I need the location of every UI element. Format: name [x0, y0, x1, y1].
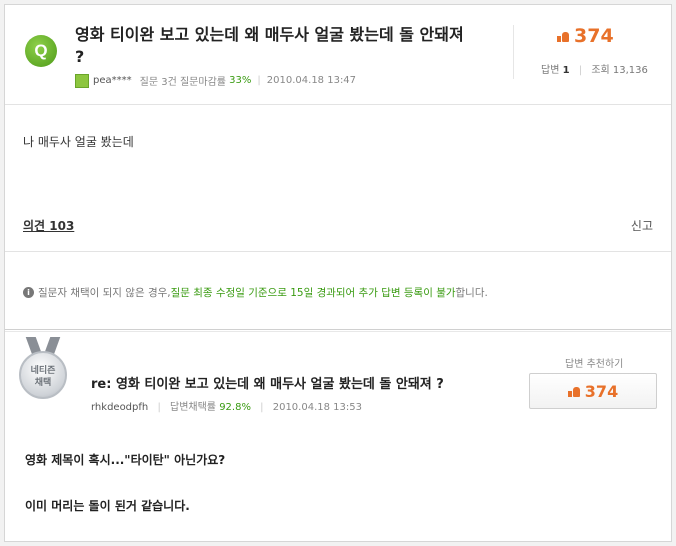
question-meta: pea**** 질문 3건 질문마감률 33% | 2010.04.18 13:…: [75, 73, 356, 88]
adopt-rate-label: 답변채택률: [170, 402, 216, 413]
question-q-icon: Q: [25, 35, 57, 67]
question-stats: 답변 1 | 조회 13,136: [541, 61, 648, 76]
answer-body-line1: 영화 제목이 혹시..."타이탄" 아닌가요?: [25, 453, 226, 467]
answers-label: 답변: [541, 65, 560, 76]
close-rate-value: 33%: [229, 75, 252, 86]
thumbs-up-icon: [567, 385, 580, 397]
question-title: 영화 티이완 보고 있는데 왜 매두사 얼굴 봤는데 돌 안돼져 ?: [75, 25, 464, 66]
user-avatar-icon: [75, 73, 89, 88]
question-header: Q 영화 티이완 보고 있는데 왜 매두사 얼굴 봤는데 돌 안돼져 ? pea…: [5, 5, 671, 105]
answer-meta: rhkdeodpfh | 답변채택률 92.8% | 2010.04.18 13…: [91, 398, 362, 413]
adopt-rate-value: 92.8%: [219, 402, 251, 413]
notice-text-before: 질문자 채택이 되지 않은 경우,: [38, 287, 171, 299]
report-link[interactable]: 신고: [631, 217, 653, 234]
thumbs-up-icon: [557, 30, 569, 42]
netizen-adopted-medal-icon: 네티즌 채택: [19, 337, 67, 407]
page-frame: Q 영화 티이완 보고 있는데 왜 매두사 얼굴 봤는데 돌 안돼져 ? pea…: [4, 4, 672, 542]
meta-separator: |: [157, 402, 161, 413]
question-body: 나 매두사 얼굴 봤는데: [23, 135, 134, 149]
question-likes-value: 374: [574, 25, 614, 47]
views-count: 13,136: [612, 65, 648, 76]
answer-likes-value: 374: [584, 381, 619, 401]
answer-notice: i 질문자 채택이 되지 않은 경우, 질문 최종 수정일 기준으로 15일 경…: [23, 285, 488, 300]
opinion-link[interactable]: 의견 103: [23, 217, 74, 234]
medal-line1: 네티즌: [30, 366, 56, 376]
notice-text-highlight: 질문 최종 수정일 기준으로 15일 경과되어 추가 답변 등록이 불가: [170, 287, 456, 299]
stats-separator: |: [578, 65, 583, 76]
recommend-answer-button[interactable]: 374: [529, 373, 657, 409]
question-count: 질문 3건: [139, 77, 177, 88]
answer-body-line2: 이미 머리는 돌이 된거 같습니다.: [25, 499, 190, 513]
answer-title: re: 영화 티이완 보고 있는데 왜 매두사 얼굴 봤는데 돌 안돼져 ?: [91, 377, 444, 392]
answer-user-link[interactable]: rhkdeodpfh: [91, 402, 148, 413]
meta-separator: |: [257, 75, 261, 86]
meta-separator: |: [260, 402, 264, 413]
divider: [5, 251, 671, 252]
opinion-row: 의견 103 신고: [5, 217, 671, 239]
info-icon: i: [23, 287, 34, 298]
answer-date: 2010.04.18 13:53: [272, 402, 362, 413]
views-label: 조회: [591, 65, 610, 76]
header-divider: [513, 25, 514, 79]
question-date: 2010.04.18 13:47: [266, 75, 357, 86]
notice-text-after: 합니다.: [455, 287, 488, 299]
medal-line2: 채택: [34, 378, 52, 388]
close-rate-label: 질문마감률: [179, 77, 226, 88]
question-user-link[interactable]: pea****: [93, 75, 132, 86]
answers-count: 1: [562, 65, 570, 76]
medal-badge: 네티즌 채택: [19, 351, 67, 399]
recommend-label: 답변 추천하기: [565, 359, 624, 370]
question-like-count[interactable]: 374: [557, 25, 614, 47]
section-divider: [5, 329, 671, 332]
